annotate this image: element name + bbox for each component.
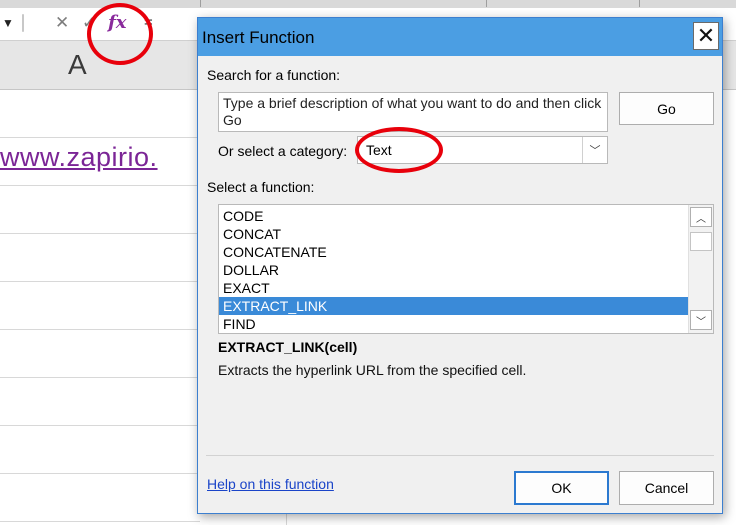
grid-line bbox=[0, 521, 200, 522]
scroll-thumb[interactable] bbox=[690, 232, 712, 251]
function-listbox[interactable]: CODE CONCAT CONCATENATE DOLLAR EXACT EXT… bbox=[218, 204, 714, 334]
grid-line bbox=[0, 185, 200, 186]
function-list-label: Select a function: bbox=[207, 179, 315, 195]
close-button[interactable]: ✕ bbox=[693, 22, 719, 50]
function-signature: EXTRACT_LINK(cell) bbox=[218, 339, 358, 355]
ribbon-group bbox=[487, 0, 640, 7]
list-item[interactable]: DOLLAR bbox=[219, 261, 689, 279]
close-icon: ✕ bbox=[696, 23, 716, 48]
cancel-entry-icon[interactable]: ✕ bbox=[55, 13, 69, 33]
dialog-titlebar[interactable]: Insert Function ✕ bbox=[198, 18, 722, 56]
ribbon-group bbox=[201, 0, 487, 7]
grid-line bbox=[0, 377, 200, 378]
grid-line bbox=[0, 233, 200, 234]
search-input[interactable]: Type a brief description of what you wan… bbox=[218, 92, 608, 132]
dialog-title: Insert Function bbox=[202, 28, 315, 47]
grid-line bbox=[0, 425, 200, 426]
search-label: Search for a function: bbox=[207, 67, 341, 83]
list-item-selected[interactable]: EXTRACT_LINK bbox=[219, 297, 689, 315]
insert-function-dialog: Insert Function ✕ Search for a function:… bbox=[197, 17, 723, 514]
list-item[interactable]: CONCATENATE bbox=[219, 243, 689, 261]
chevron-down-icon[interactable]: ﹀ bbox=[690, 310, 712, 330]
category-label: Or select a category: bbox=[218, 143, 348, 159]
ok-button[interactable]: OK bbox=[514, 471, 609, 505]
ribbon-group bbox=[0, 0, 201, 7]
insert-function-icon[interactable]: fx bbox=[108, 12, 126, 33]
list-item[interactable]: EXACT bbox=[219, 279, 689, 297]
help-link[interactable]: Help on this function bbox=[207, 476, 334, 492]
list-item[interactable]: FIND bbox=[219, 315, 689, 333]
list-scrollbar[interactable]: ︿ ﹀ bbox=[688, 205, 713, 333]
column-header-a[interactable]: A bbox=[68, 49, 87, 81]
function-description: Extracts the hyperlink URL from the spec… bbox=[218, 362, 527, 378]
grid-line bbox=[0, 473, 200, 474]
confirm-entry-icon[interactable]: ✓ bbox=[82, 13, 96, 33]
divider bbox=[206, 455, 714, 456]
category-select[interactable]: Text ﹀ bbox=[357, 136, 608, 164]
chevron-up-icon[interactable]: ︿ bbox=[690, 207, 712, 227]
list-item[interactable]: CODE bbox=[219, 207, 689, 225]
chevron-down-icon[interactable]: ﹀ bbox=[582, 137, 607, 163]
cancel-button[interactable]: Cancel bbox=[619, 471, 714, 505]
category-value: Text bbox=[366, 142, 392, 158]
grid-line bbox=[0, 329, 200, 330]
grid-line bbox=[0, 281, 200, 282]
grid-line bbox=[0, 137, 200, 138]
formula-bar-grip[interactable] bbox=[22, 14, 24, 32]
go-button[interactable]: Go bbox=[619, 92, 714, 125]
cell-hyperlink[interactable]: www.zapirio. bbox=[0, 142, 158, 173]
formula-content[interactable]: = bbox=[144, 14, 153, 31]
list-item[interactable]: CONCAT bbox=[219, 225, 689, 243]
namebox-dropdown-icon[interactable]: ▼ bbox=[2, 16, 14, 30]
